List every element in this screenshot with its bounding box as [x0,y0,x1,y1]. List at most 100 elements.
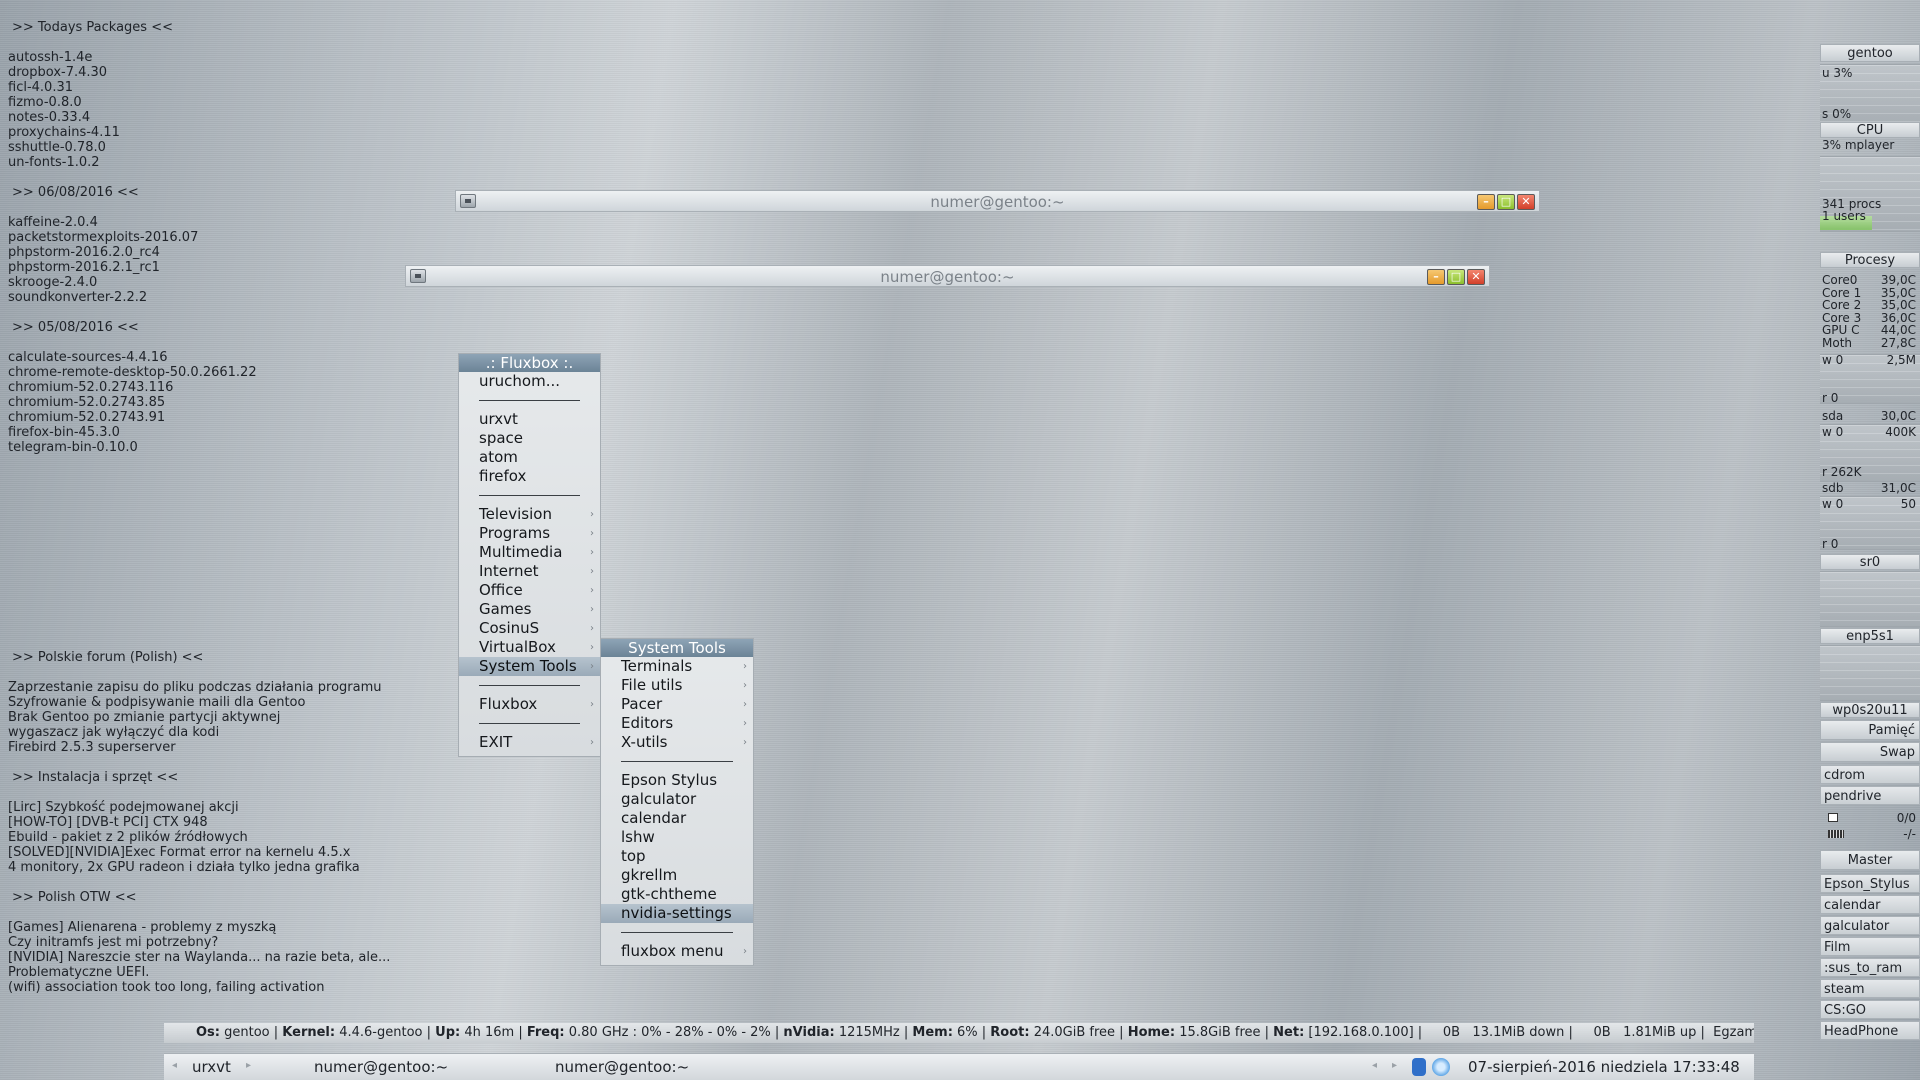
fluxbox-root-menu[interactable]: .: Fluxbox :. uruchom... urxvt space atom fi… [458,353,601,757]
menu-item-label: Programs [479,524,551,542]
pendrive-mount-button[interactable]: pendrive [1820,786,1920,805]
menu-item-nvidia-settings[interactable]: nvidia-settings [601,904,753,923]
menu-item-editors[interactable]: Editors › [601,714,753,733]
sensor-name: Moth [1822,335,1853,350]
menu-item-television[interactable]: Television › [459,505,600,524]
menu-item-cosinus[interactable]: CosinuS › [459,619,600,638]
menu-item-virtualbox[interactable]: VirtualBox › [459,638,600,657]
status-label: Net: [1273,1025,1305,1040]
tasks-next-icon[interactable]: ▸ [1392,1060,1397,1071]
menu-item-urxvt[interactable]: urxvt [459,410,600,429]
status-label: nVidia: [783,1025,835,1040]
maximize-button[interactable]: □ [1447,269,1465,285]
volume-master-label[interactable]: Master [1820,850,1920,870]
network-tray-icon[interactable] [1432,1058,1450,1076]
menu-item-fluxbox[interactable]: Fluxbox › [459,695,600,714]
menu-item-office[interactable]: Office › [459,581,600,600]
menu-item-epson-stylus[interactable]: Epson Stylus [601,771,753,790]
menu-item-label: System Tools [479,657,577,675]
forum-topic: Szyfrowanie & podpisywanie maili dla Gen… [8,695,306,710]
menu-item-terminals[interactable]: Terminals › [601,657,753,676]
cpu-panel-label[interactable]: CPU [1820,122,1920,138]
window-title: numer@gentoo:~ [880,268,1015,286]
status-value: 4.4.6-gentoo | [335,1025,436,1040]
workspace-next-icon[interactable]: ▸ [246,1060,251,1071]
submenu-arrow-icon: › [590,699,594,710]
status-label: Os: [196,1025,220,1040]
menu-title: .: Fluxbox :. [459,354,600,372]
clock: 07-sierpień-2016 niedziela 17:33:48 [1468,1058,1740,1076]
task-button[interactable]: numer@gentoo:~ [314,1058,448,1076]
menu-item-label: Editors [621,714,674,732]
menu-item-exit[interactable]: EXIT › [459,733,600,752]
menu-item-top[interactable]: top [601,847,753,866]
task-button[interactable]: numer@gentoo:~ [555,1058,689,1076]
launcher-button[interactable]: CS:GO [1820,1000,1920,1019]
menu-item-games[interactable]: Games › [459,600,600,619]
close-button[interactable]: ✕ [1517,194,1535,210]
menu-item-calendar[interactable]: calendar [601,809,753,828]
menu-item-label: calendar [621,809,687,827]
launcher-button[interactable]: steam [1820,979,1920,998]
minimize-button[interactable]: – [1427,269,1445,285]
feed-header: >> 06/08/2016 << [12,185,139,200]
sr0-panel-label[interactable]: sr0 [1820,554,1920,570]
cpu-user-label: u 3% [1822,66,1853,80]
feed-header: >> Polskie forum (Polish) << [12,650,204,665]
menu-item-file-utils[interactable]: File utils › [601,676,753,695]
close-button[interactable]: ✕ [1467,269,1485,285]
launcher-button[interactable]: :sus_to_ram [1820,958,1920,977]
workspace-prev-icon[interactable]: ◂ [172,1060,177,1071]
menu-item-gkrellm[interactable]: gkrellm [601,866,753,885]
tasks-prev-icon[interactable]: ◂ [1372,1060,1377,1071]
terminal-window-2-titlebar[interactable]: numer@gentoo:~ – □ ✕ [405,265,1490,287]
package-item: chromium-52.0.2743.85 [8,395,166,410]
menu-item-system-tools[interactable]: System Tools › [459,657,600,676]
launcher-button[interactable]: HeadPhone [1820,1021,1920,1040]
forum-topic: [HOW-TO] [DVB-t PCI] CTX 948 [8,815,208,830]
menu-item-lshw[interactable]: lshw [601,828,753,847]
menu-item-space[interactable]: space [459,429,600,448]
disk-write: w 0 2,5M [1822,354,1918,367]
swap-panel-label[interactable]: Swap [1820,742,1920,762]
minimize-button[interactable]: – [1477,194,1495,210]
net2-panel-label[interactable]: wp0s20u11 [1820,702,1920,718]
memory-panel-label[interactable]: Pamięć [1820,720,1920,740]
system-tools-submenu[interactable]: System Tools Terminals › File utils › Pacer ›… [600,638,754,966]
package-item: fizmo-0.8.0 [8,95,82,110]
launcher-button[interactable]: galculator [1820,916,1920,935]
forum-topic: 4 monitory, 2x GPU radeon i działa tylko… [8,860,360,875]
status-value: gentoo | [220,1025,283,1040]
menu-item-firefox[interactable]: firefox [459,467,600,486]
menu-item-programs[interactable]: Programs › [459,524,600,543]
cdrom-mount-button[interactable]: cdrom [1820,765,1920,784]
workspace-name[interactable]: urxvt [192,1058,231,1076]
launcher-button[interactable]: Film [1820,937,1920,956]
launcher-button[interactable]: calendar [1820,895,1920,914]
menu-item-uruchom[interactable]: uruchom... [459,372,600,391]
bluetooth-icon[interactable] [1412,1058,1426,1076]
misc-counter: -/- [1822,828,1918,841]
status-label: Up: [435,1025,461,1040]
menu-item-x-utils[interactable]: X-utils › [601,733,753,752]
launcher-button[interactable]: Epson_Stylus [1820,874,1920,893]
procs-panel-label[interactable]: Procesy [1820,252,1920,268]
forum-topic: [Games] Alienarena - problemy z myszką [8,920,277,935]
net1-panel-label[interactable]: enp5s1 [1820,628,1920,644]
package-item: skrooge-2.4.0 [8,275,98,290]
menu-item-internet[interactable]: Internet › [459,562,600,581]
terminal-window-1-titlebar[interactable]: numer@gentoo:~ – □ ✕ [455,190,1540,212]
menu-item-atom[interactable]: atom [459,448,600,467]
menu-item-fluxbox-menu[interactable]: fluxbox menu › [601,942,753,961]
menu-item-galculator[interactable]: galculator [601,790,753,809]
todays-packages-feed: >> Todays Packages << autossh-1.4e dropbo… [8,20,257,455]
menu-item-gtk-chtheme[interactable]: gtk-chtheme [601,885,753,904]
sda-read: r 262K [1822,465,1862,479]
hostname-label: gentoo [1820,44,1920,62]
menu-item-multimedia[interactable]: Multimedia › [459,543,600,562]
sdb-read: r 0 [1822,537,1839,551]
submenu-arrow-icon: › [590,661,594,672]
maximize-button[interactable]: □ [1497,194,1515,210]
submenu-arrow-icon: › [590,509,594,520]
menu-item-pacer[interactable]: Pacer › [601,695,753,714]
